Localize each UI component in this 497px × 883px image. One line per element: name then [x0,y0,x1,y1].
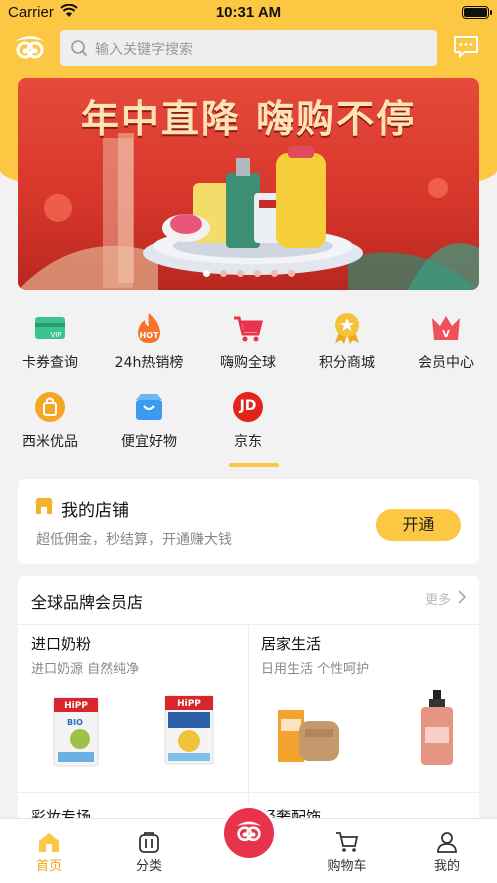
svg-text:V: V [442,329,450,340]
chevron-right-icon[interactable] [457,590,467,604]
tab-mine[interactable]: 我的 [407,819,487,883]
grid-label: 西米优品 [22,434,78,450]
category-title: 进口奶粉 [31,635,92,653]
divider [18,792,479,793]
bag-icon [35,392,65,422]
medal-icon [335,313,359,344]
promo-banner[interactable]: 年中直降 嗨购不停 [18,78,479,290]
category-title: 居家生活 [261,635,322,653]
shop-title: 我的店铺 [61,501,129,521]
banner-dot-3[interactable] [237,270,244,277]
tab-label: 首页 [35,859,62,874]
home-icon [39,833,59,852]
tab-category[interactable]: 分类 [109,819,189,883]
jd-icon-text: JD [239,398,257,414]
svg-text:BIO: BIO [67,718,83,727]
message-icon[interactable] [453,35,479,59]
grid-item-ximi[interactable]: 西米优品 [7,391,93,461]
grid-label: 嗨购全球 [220,355,276,371]
banner-dot-2[interactable] [220,270,227,277]
banner-title: 年中直降 嗨购不停 [80,97,417,141]
grid-label: 积分商城 [319,355,375,371]
grid-item-cheap[interactable]: 便宜好物 [106,391,192,461]
grid-item-global[interactable]: 嗨购全球 [205,312,291,382]
my-shop-card[interactable]: 我的店铺 超低佣金，秒结算，开通赚大钱 开通 [18,479,479,564]
clock: 10:31 AM [215,4,282,21]
svg-text:VIP: VIP [50,331,61,339]
search-placeholder: 输入关键字搜索 [95,42,193,58]
banner-dot-6[interactable] [288,270,295,277]
grid-label: 京东 [234,434,262,450]
grid-label: 会员中心 [418,355,474,371]
svg-text:HiPP: HiPP [177,699,201,709]
grid-item-member[interactable]: V 会员中心 [403,312,489,382]
grid-page-indicator [229,463,279,467]
tab-label: 分类 [135,859,162,874]
grid-item-jd[interactable]: JD 京东 [205,391,291,461]
search-icon [71,40,88,57]
category-subtitle: 日用生活 个性呵护 [261,662,370,677]
grid-item-hot[interactable]: HOT 24h热销榜 [106,312,192,382]
vip-icon: V [432,316,460,340]
section-title: 全球品牌会员店 [31,593,144,612]
category-icon [139,832,159,853]
category-subtitle: 进口奶源 自然纯净 [31,662,140,677]
open-shop-button[interactable]: 开通 [376,509,461,541]
product-image-hipp-bio[interactable]: HiPP BIO [53,697,99,767]
shop-subtitle: 超低佣金，秒结算，开通赚大钱 [36,532,232,548]
more-link[interactable]: 更多 [425,589,451,608]
brand-section: 全球品牌会员店 更多 进口奶粉 进口奶源 自然纯净 HiPP BIO HiPP … [18,576,479,826]
grid-label: 24h热销榜 [114,355,184,371]
tab-label: 购物车 [327,859,367,874]
basket-icon [136,394,162,420]
product-image-hipp-kindermilch[interactable]: HiPP [164,695,214,765]
search-input[interactable]: 输入关键字搜索 [60,30,437,66]
shopping-cart-icon [336,832,359,852]
app-logo-icon[interactable] [14,33,46,63]
status-bar: Carrier 10:31 AM [0,0,497,26]
center-logo-button[interactable] [221,805,277,861]
banner-dot-4[interactable] [254,270,261,277]
svg-text:HiPP: HiPP [64,701,88,711]
tab-home[interactable]: 首页 [9,819,89,883]
tab-label: 我的 [433,859,460,874]
category-home-life[interactable]: 居家生活 日用生活 个性呵护 [249,625,479,792]
battery-icon [462,6,492,19]
hot-icon: HOT [138,313,160,343]
cart-icon [234,316,263,342]
svg-text:HOT: HOT [140,331,159,340]
product-image-soap[interactable] [277,707,343,767]
tab-cart[interactable]: 购物车 [307,819,387,883]
grid-item-points[interactable]: 积分商城 [304,312,390,382]
banner-dot-5[interactable] [271,270,278,277]
user-icon [437,832,457,853]
app-logo-icon [236,821,262,842]
category-milk-powder[interactable]: 进口奶粉 进口奶源 自然纯净 HiPP BIO HiPP [18,625,248,792]
coupon-card-icon: VIP [35,317,65,339]
store-icon [35,498,53,514]
grid-label: 便宜好物 [121,434,177,450]
product-image-shower-gel[interactable] [417,689,457,767]
grid-item-coupon[interactable]: VIP 卡券查询 [7,312,93,382]
banner-dot-1[interactable] [203,270,210,277]
grid-label: 卡券查询 [22,355,78,371]
